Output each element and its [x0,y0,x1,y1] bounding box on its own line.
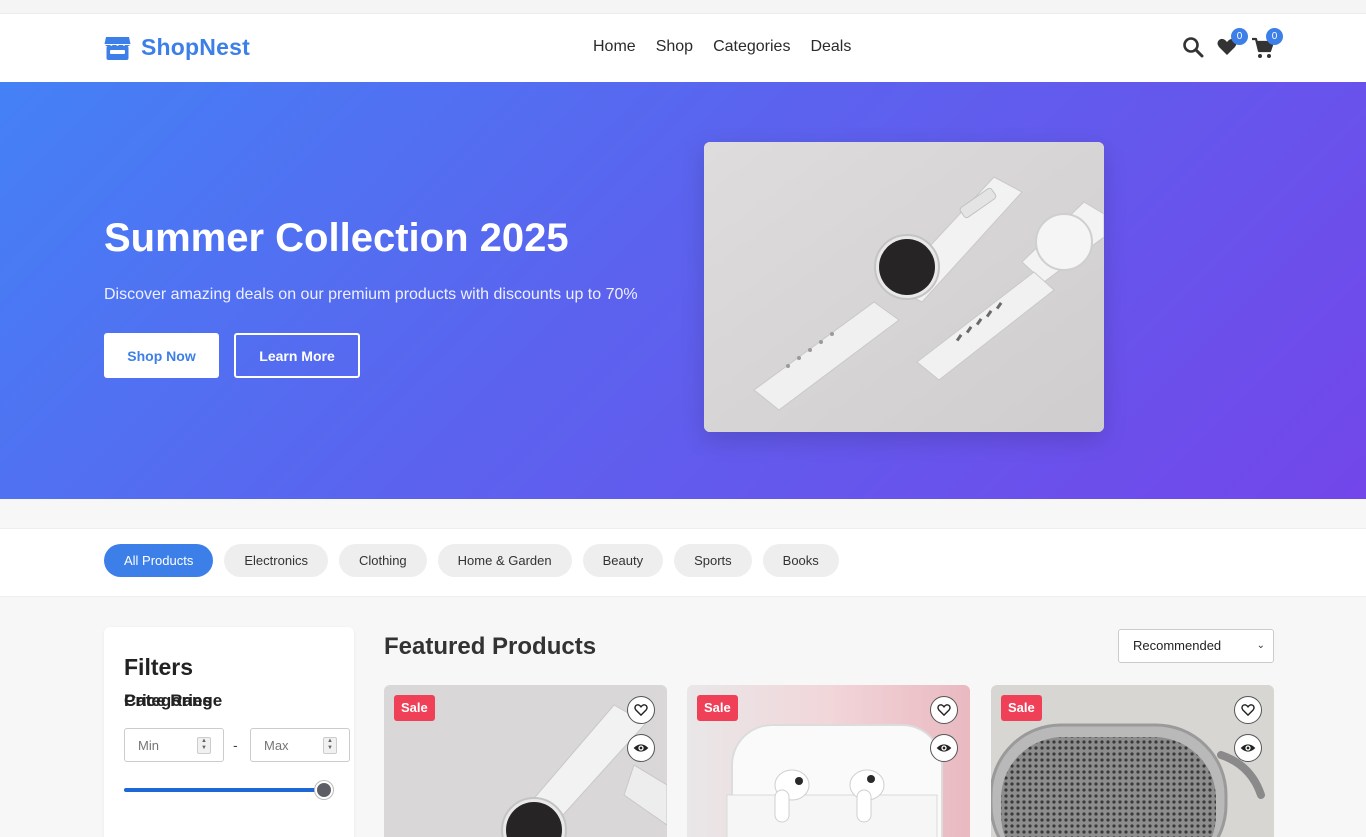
nav-home[interactable]: Home [593,38,636,56]
hero-banner: Summer Collection 2025 Discover amazing … [0,82,1366,499]
sale-badge: Sale [394,695,435,721]
hero-title: Summer Collection 2025 [104,216,569,260]
quick-view-button[interactable] [930,734,958,762]
categories-label: Categories [124,691,212,710]
chip-home-garden[interactable]: Home & Garden [437,544,572,577]
brand-name: ShopNest [141,34,250,60]
nav-deals[interactable]: Deals [810,38,851,56]
price-slider-thumb[interactable] [315,781,333,799]
category-bar: All Products Electronics Clothing Home &… [0,528,1366,597]
featured-products-title: Featured Products [384,633,597,660]
price-separator: - [233,737,238,753]
max-price-field[interactable]: ▲▼ [250,728,350,762]
min-price-field[interactable]: ▲▼ [124,728,224,762]
chip-books[interactable]: Books [762,544,839,577]
logo[interactable]: ShopNest [104,34,250,61]
wishlist-count-badge: 0 [1231,28,1248,45]
wishlist-toggle[interactable] [627,696,655,724]
product-card[interactable]: Sale [384,685,667,837]
sort-selected-value: Recommended [1133,638,1222,653]
chip-sports[interactable]: Sports [674,544,752,577]
filters-title: Filters [124,654,194,680]
cart-button[interactable]: 0 [1251,28,1283,60]
search-button[interactable] [1182,36,1206,60]
hero-subtitle: Discover amazing deals on our premium pr… [104,286,638,303]
smartwatch-image [704,142,1104,432]
min-price-stepper[interactable]: ▲ ▼ [197,737,211,754]
category-chips: All Products Electronics Clothing Home &… [104,544,839,577]
top-strip [0,0,1366,14]
sale-badge: Sale [1001,695,1042,721]
site-header: ShopNest Home Shop Categories Deals 0 0 [0,14,1366,82]
heart-icon [937,704,951,717]
main-nav: Home Shop Categories Deals [593,38,851,56]
store-icon [104,36,131,60]
heart-icon [1241,704,1255,717]
price-slider-track[interactable] [124,788,324,792]
eye-icon [936,744,952,752]
min-price-input[interactable] [125,729,195,761]
chevron-down-icon: ⌄ [1256,640,1265,651]
cart-count-badge: 0 [1266,28,1283,45]
nav-categories[interactable]: Categories [713,38,790,56]
learn-more-button[interactable]: Learn More [234,333,360,378]
chip-electronics[interactable]: Electronics [224,544,328,577]
chip-beauty[interactable]: Beauty [582,544,664,577]
product-card[interactable]: Sale [687,685,970,837]
wishlist-toggle[interactable] [930,696,958,724]
nav-shop[interactable]: Shop [656,38,693,56]
wishlist-toggle[interactable] [1234,696,1262,724]
heart-icon [634,704,648,717]
hero-product-image [704,142,1104,432]
wishlist-button[interactable]: 0 [1216,28,1248,60]
quick-view-button[interactable] [627,734,655,762]
search-icon [1183,37,1204,58]
eye-icon [1240,744,1256,752]
max-price-input[interactable] [251,729,321,761]
chip-all-products[interactable]: All Products [104,544,214,577]
product-card[interactable]: Sale [991,685,1274,837]
sale-badge: Sale [697,695,738,721]
sort-select[interactable]: Recommended ⌄ [1118,629,1274,663]
chip-clothing[interactable]: Clothing [338,544,427,577]
quick-view-button[interactable] [1234,734,1262,762]
eye-icon [633,744,649,752]
shop-now-button[interactable]: Shop Now [104,333,219,378]
filters-panel: Filters Price Range ▲▼ - ▲▼ Categories [104,627,354,837]
max-price-stepper[interactable]: ▲ ▼ [323,737,337,754]
